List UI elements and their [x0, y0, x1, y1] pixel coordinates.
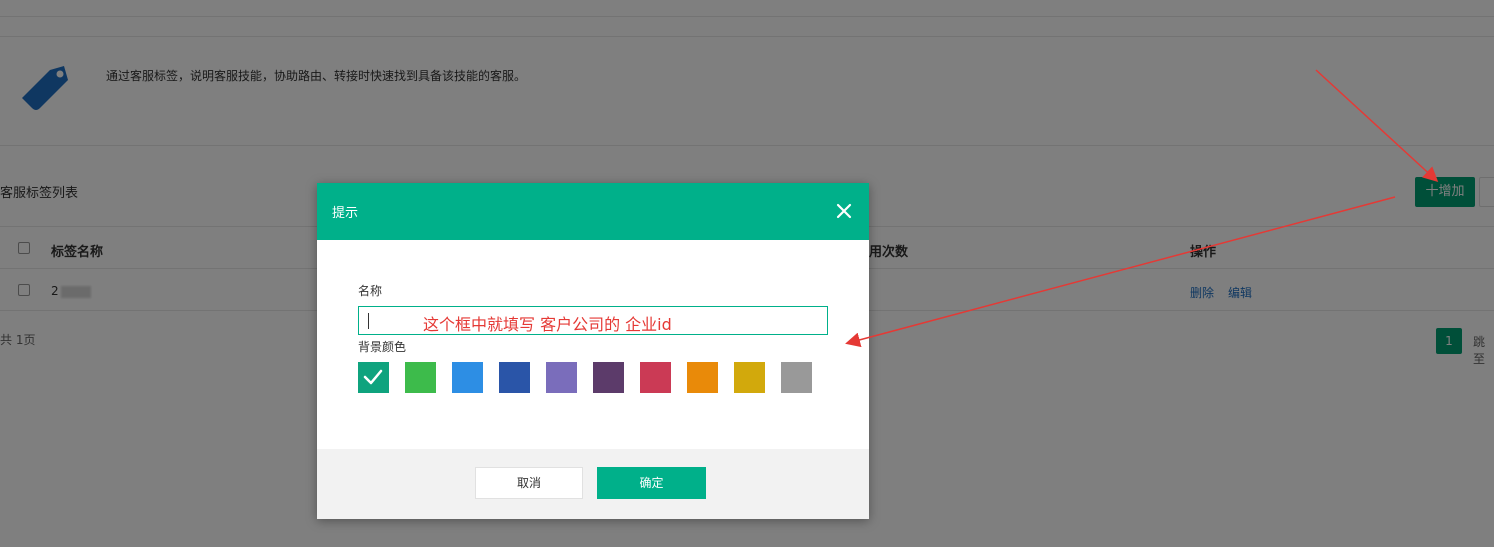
color-swatch[interactable]	[687, 362, 718, 393]
check-icon	[363, 369, 383, 385]
color-swatch[interactable]	[452, 362, 483, 393]
color-swatch[interactable]	[734, 362, 765, 393]
close-icon[interactable]	[835, 202, 853, 220]
dialog-header: 提示	[317, 183, 869, 240]
tag-dialog: 提示 名称 这个框中就填写 客户公司的 企业id 背景颜色 取消 确定	[317, 183, 869, 519]
color-swatch[interactable]	[358, 362, 389, 393]
name-input[interactable]: 这个框中就填写 客户公司的 企业id	[358, 306, 828, 335]
cancel-button[interactable]: 取消	[475, 467, 583, 499]
color-swatch[interactable]	[405, 362, 436, 393]
color-swatch[interactable]	[640, 362, 671, 393]
text-caret	[368, 313, 369, 329]
color-swatch[interactable]	[499, 362, 530, 393]
color-swatch[interactable]	[593, 362, 624, 393]
name-label: 名称	[358, 284, 383, 298]
confirm-button[interactable]: 确定	[597, 467, 706, 499]
dialog-title: 提示	[332, 206, 359, 221]
annotation-text: 这个框中就填写 客户公司的 企业id	[423, 315, 672, 334]
color-swatch[interactable]	[781, 362, 812, 393]
background-color-label: 背景颜色	[358, 340, 407, 354]
dialog-footer: 取消 确定	[317, 449, 869, 519]
color-swatch[interactable]	[546, 362, 577, 393]
